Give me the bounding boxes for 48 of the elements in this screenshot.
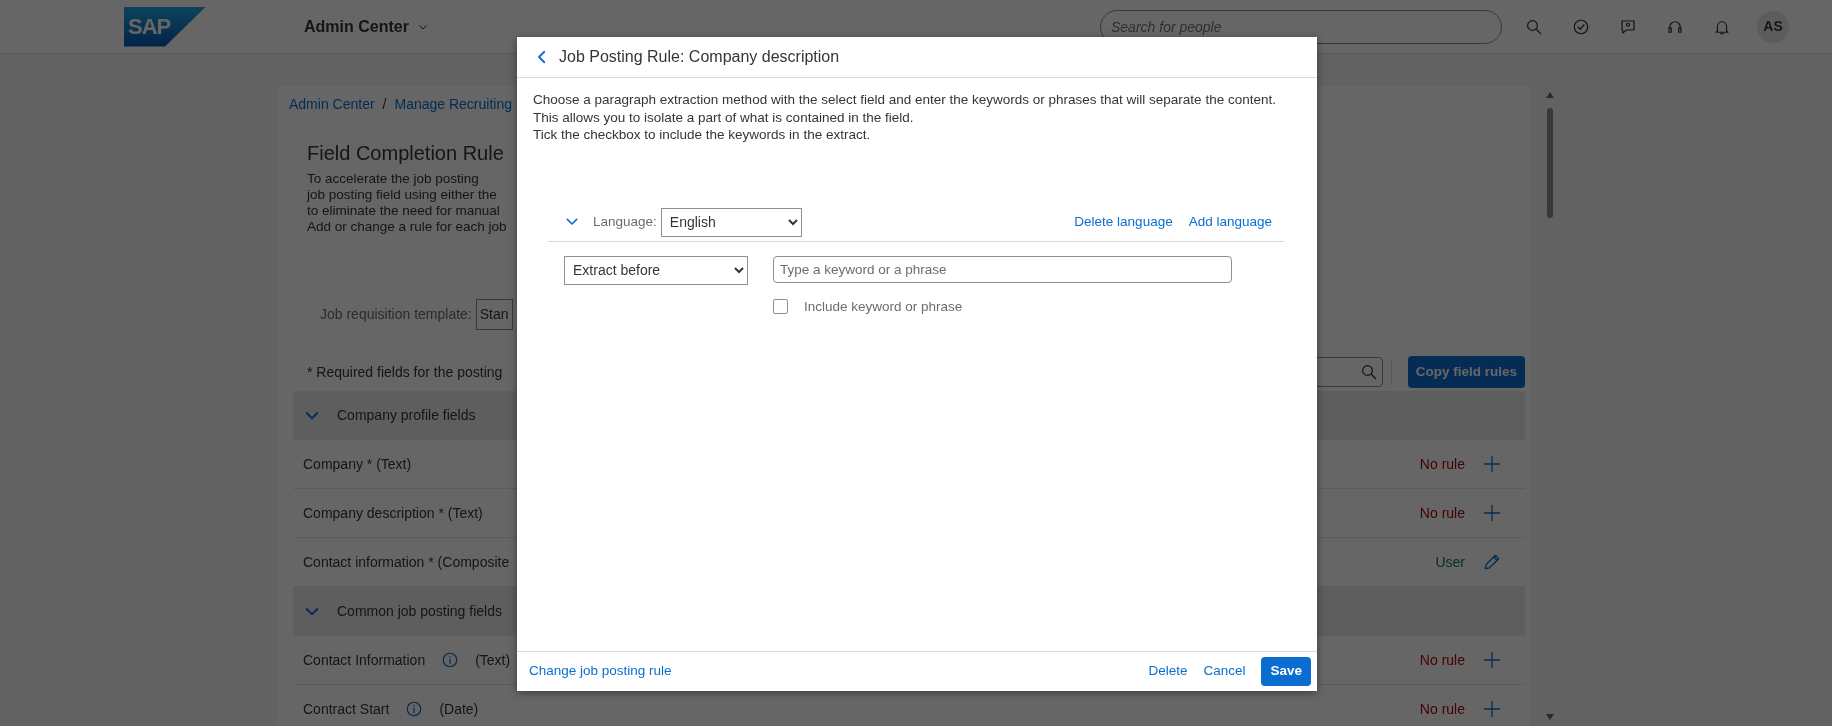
method-select[interactable]: Extract before [564, 255, 748, 285]
plus-icon[interactable] [1481, 698, 1503, 720]
dialog-title: Job Posting Rule: Company description [559, 47, 840, 67]
plus-icon[interactable] [1481, 502, 1503, 524]
instruction-text: Tick the checkbox to include the keywords in the extract. [533, 126, 872, 144]
field-name: Contact information * (Composite [303, 552, 510, 572]
field-type: (Text) [475, 650, 511, 670]
change-rule-link[interactable]: Change job posting rule [529, 661, 672, 682]
language-select[interactable]: English [660, 207, 802, 237]
checkbox-label: Include keyword or phrase [804, 297, 963, 316]
instruction-text: Choose a paragraph extraction method with the select field and enter the keywords or phrases that will separate the content. [533, 91, 1277, 109]
info-icon[interactable] [441, 651, 460, 669]
description-line: To accelerate the job posting [307, 171, 479, 187]
save-button[interactable]: Save [1261, 657, 1311, 686]
description-line: to eliminate the need for manual [307, 203, 500, 219]
search-icon [1359, 363, 1378, 381]
field-type: (Date) [439, 699, 479, 719]
group-title: Company profile fields [337, 406, 476, 425]
required-note: * Required fields for the posting [307, 362, 503, 382]
template-select[interactable]: Stan [475, 299, 513, 330]
rule-status: No rule [1419, 699, 1465, 719]
rule-status: No rule [1419, 503, 1465, 523]
user-avatar[interactable]: AS [1757, 10, 1789, 43]
description-line: Add or change a rule for each job [307, 219, 507, 235]
info-icon[interactable] [405, 700, 424, 718]
add-language-link[interactable]: Add language [1188, 211, 1272, 233]
field-name: Contact Information [303, 650, 426, 670]
plus-icon[interactable] [1481, 453, 1503, 475]
description-line: job posting field using either the [307, 187, 497, 203]
rule-status: No rule [1419, 454, 1465, 474]
page-title: Field Completion Rule [307, 141, 504, 165]
rule-status: User [1435, 552, 1465, 572]
include-checkbox[interactable] [773, 299, 788, 315]
field-name: Company description * (Text) [303, 503, 483, 523]
rule-status: No rule [1419, 650, 1465, 670]
group-title: Common job posting fields [337, 602, 502, 621]
field-name: Contract Start [303, 699, 390, 719]
template-label: Job requisition template: [320, 305, 472, 324]
cancel-button[interactable]: Cancel [1203, 661, 1246, 682]
instruction-text: This allows you to isolate a part of what is contained in the field. [533, 108, 915, 126]
language-label: Language: [593, 212, 657, 231]
plus-icon[interactable] [1481, 649, 1503, 671]
keyword-field[interactable]: Type a keyword or a phrase [773, 255, 1232, 283]
field-name: Company * (Text) [303, 454, 412, 474]
delete-button[interactable]: Delete [1148, 661, 1188, 682]
delete-language-link[interactable]: Delete language [1074, 211, 1173, 233]
app-title-menu[interactable]: Admin Center [304, 14, 429, 39]
breadcrumb-separator: / [382, 95, 387, 114]
